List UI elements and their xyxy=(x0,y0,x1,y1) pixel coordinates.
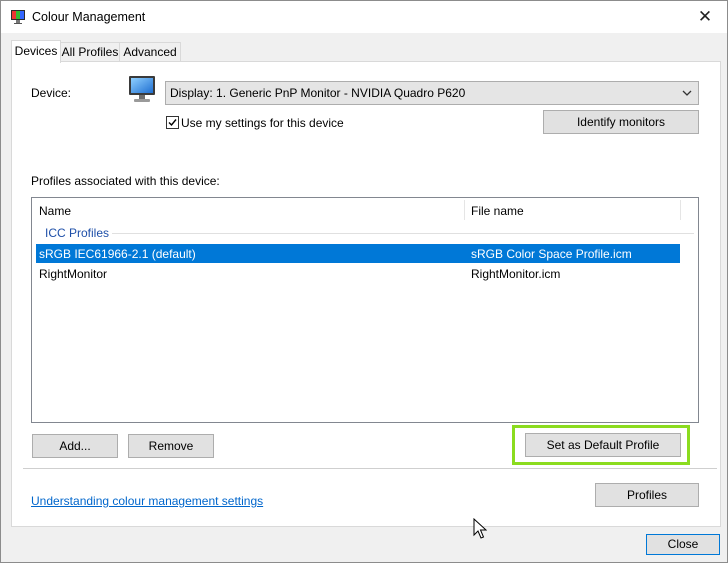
tab-advanced[interactable]: Advanced xyxy=(119,42,181,62)
device-select-value: Display: 1. Generic PnP Monitor - NVIDIA… xyxy=(170,86,466,100)
understanding-colour-management-link[interactable]: Understanding colour management settings xyxy=(31,494,263,508)
divider xyxy=(23,468,717,469)
profile-file: sRGB Color Space Profile.icm xyxy=(471,247,632,261)
column-header-name[interactable]: Name xyxy=(39,204,71,218)
colour-management-window: Colour Management ✕ Devices All Profiles… xyxy=(0,0,728,563)
add-button[interactable]: Add... xyxy=(32,434,118,458)
title-bar[interactable]: Colour Management ✕ xyxy=(1,1,727,33)
add-button-label: Add... xyxy=(59,439,91,453)
checkmark-icon xyxy=(168,119,177,127)
monitor-icon xyxy=(129,76,155,102)
tab-label: All Profiles xyxy=(61,45,119,59)
profiles-section-label: Profiles associated with this device: xyxy=(31,174,220,188)
table-row[interactable]: RightMonitor RightMonitor.icm xyxy=(36,264,680,283)
column-header-file-name[interactable]: File name xyxy=(471,204,524,218)
chevron-down-icon xyxy=(682,90,692,96)
close-button-label: Close xyxy=(667,537,699,551)
profiles-list[interactable]: Name File name ICC Profiles sRGB IEC6196… xyxy=(31,197,699,423)
group-header-icc-profiles: ICC Profiles xyxy=(45,226,110,240)
highlight-box xyxy=(512,425,690,465)
remove-button-label: Remove xyxy=(148,439,194,453)
remove-button[interactable]: Remove xyxy=(128,434,214,458)
close-window-button[interactable]: ✕ xyxy=(683,1,727,33)
identify-monitors-button[interactable]: Identify monitors xyxy=(543,110,699,134)
profile-file: RightMonitor.icm xyxy=(471,267,561,281)
group-divider xyxy=(112,233,694,234)
profiles-button-label: Profiles xyxy=(626,488,667,502)
identify-monitors-label: Identify monitors xyxy=(576,115,666,129)
profiles-button[interactable]: Profiles xyxy=(595,483,699,507)
profile-name: sRGB IEC61966-2.1 (default) xyxy=(39,247,196,261)
column-separator[interactable] xyxy=(680,200,681,220)
close-icon: ✕ xyxy=(697,7,713,26)
column-separator[interactable] xyxy=(464,200,465,220)
table-row[interactable]: sRGB IEC61966-2.1 (default) sRGB Color S… xyxy=(36,244,680,263)
window-title: Colour Management xyxy=(32,10,146,24)
tab-all-profiles[interactable]: All Profiles xyxy=(60,42,120,62)
use-my-settings-checkbox[interactable] xyxy=(166,116,179,129)
mouse-cursor-icon xyxy=(473,518,487,539)
use-my-settings-label[interactable]: Use my settings for this device xyxy=(181,116,344,130)
device-select[interactable]: Display: 1. Generic PnP Monitor - NVIDIA… xyxy=(165,81,699,105)
colour-management-app-icon xyxy=(11,10,25,24)
device-label: Device: xyxy=(31,86,72,100)
tab-label: Devices xyxy=(14,44,58,58)
close-button[interactable]: Close xyxy=(646,534,720,555)
profile-name: RightMonitor xyxy=(39,267,108,281)
tab-devices[interactable]: Devices xyxy=(11,40,61,63)
tab-label: Advanced xyxy=(123,45,177,59)
